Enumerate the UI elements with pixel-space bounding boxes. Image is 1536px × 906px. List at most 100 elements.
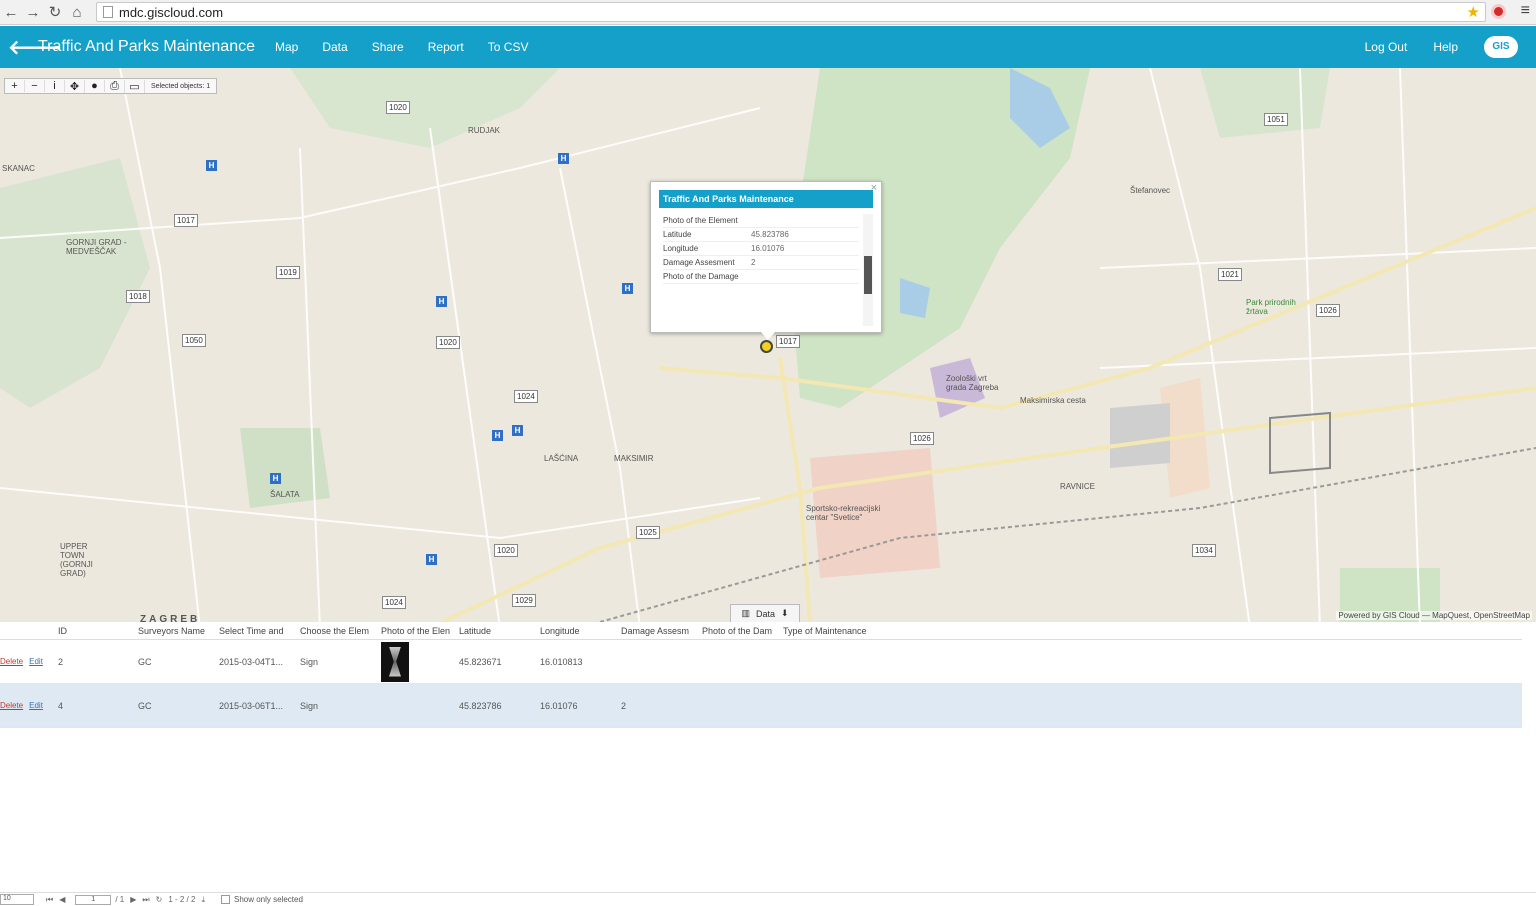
pan-icon[interactable]: ✥ [65,79,85,93]
back-icon[interactable]: ← [0,4,22,21]
road-shield: 1024 [514,390,538,403]
column-header[interactable]: Choose the Elem [296,626,377,636]
url-text: mdc.giscloud.com [119,4,224,20]
menu-icon[interactable]: ≡ [1521,2,1530,20]
cell-latitude: 45.823786 [459,700,502,711]
address-bar[interactable]: mdc.giscloud.com [96,2,1486,22]
popup-title: Traffic And Parks Maintenance [659,190,873,208]
column-header[interactable]: Photo of the Elen [377,626,455,636]
help-link[interactable]: Help [1433,40,1458,54]
attribute-value: 16.01076 [751,244,785,253]
hospital-icon: H [492,430,503,441]
column-header[interactable]: Type of Maintenance [779,626,879,636]
zoom-out-icon[interactable]: − [25,80,45,92]
hospital-icon: H [512,425,523,436]
info-icon[interactable]: i [45,80,65,92]
column-header[interactable]: Select Time and [215,626,296,636]
arrow-down-icon: ⬇ [780,608,789,618]
edit-link[interactable]: Edit [29,701,43,710]
map-label: Maksimirska cesta [1020,396,1086,405]
cell-photo [377,641,455,682]
cell-id: 2 [58,656,64,667]
menu-data[interactable]: Data [322,40,347,54]
show-only-selected-checkbox[interactable] [221,895,230,904]
forward-icon[interactable]: → [22,4,44,21]
road-shield: 1034 [1192,544,1216,557]
cell-id: 4 [58,700,64,711]
logout-link[interactable]: Log Out [1365,40,1408,54]
map-label: UPPER TOWN (GORNJI GRAD) [60,542,93,578]
menu-report[interactable]: Report [428,40,464,54]
back-arrow-icon[interactable]: 🡐 [8,35,62,60]
refresh-icon[interactable]: ↻ [156,895,163,904]
cell-time: 2015-03-04T1... [219,656,284,667]
road-shield: 1017 [776,335,800,348]
prev-page-icon[interactable]: ◀ [59,895,65,904]
data-panel-toggle[interactable]: ▥ Data ⬇ [730,604,800,622]
scrollbar-thumb[interactable] [864,256,872,294]
menu-to-csv[interactable]: To CSV [488,40,529,54]
table-row[interactable]: Delete Edit 2 GC 2015-03-04T1... Sign 45… [0,640,1522,684]
print-icon[interactable]: ⎙ [105,79,125,93]
hospital-icon: H [436,296,447,307]
column-header[interactable]: Longitude [536,626,617,636]
column-header[interactable]: Damage Assesm [617,626,698,636]
column-header[interactable]: ID [54,626,134,636]
zoom-in-icon[interactable]: + [5,80,25,92]
last-page-icon[interactable]: ⏭ [142,895,149,905]
popup-row: Damage Assesment 2 [663,256,859,270]
photo-thumbnail[interactable] [381,641,409,682]
road-shield: 1051 [1264,113,1288,126]
show-only-selected-label: Show only selected [234,895,303,904]
attribute-value: 45.823786 [751,230,789,239]
map-canvas[interactable]: SKANAC GORNJI GRAD - MEDVEŠČAK RUDJAK ŠA… [0,68,1536,622]
hospital-icon: H [622,283,633,294]
download-icon[interactable]: ⤓ [201,895,205,905]
table-row[interactable]: Delete Edit 4 GC 2015-03-06T1... Sign 45… [0,684,1522,728]
column-header[interactable]: Photo of the Dam [698,626,779,636]
column-header[interactable]: Surveyors Name [134,626,215,636]
selected-feature-marker[interactable] [760,340,773,353]
road-shield: 1017 [174,214,198,227]
opera-icon[interactable] [1491,4,1506,19]
range-label: 1 - 2 / 2 [168,895,196,904]
map-label: SKANAC [2,164,35,173]
browser-toolbar: ← → ↻ ⌂ mdc.giscloud.com ★ ≡ [0,0,1536,25]
next-page-icon[interactable]: ▶ [130,895,136,904]
cell-surveyor: GC [138,656,152,667]
column-header[interactable]: Latitude [455,626,536,636]
cell-longitude: 16.01076 [540,700,578,711]
total-pages-label: / 1 [115,895,125,904]
table-icon: ▥ [741,608,750,618]
road-shield: 1020 [436,336,460,349]
hospital-icon: H [206,160,217,171]
menu-map[interactable]: Map [275,40,298,54]
globe-icon[interactable]: ● [85,80,105,92]
popup-scrollbar[interactable] [863,214,873,326]
menu-share[interactable]: Share [372,40,404,54]
home-icon[interactable]: ⌂ [66,4,88,21]
star-icon[interactable]: ★ [1467,3,1480,21]
popup-row: Latitude 45.823786 [663,228,859,242]
edit-link[interactable]: Edit [29,657,43,666]
delete-link[interactable]: Delete [0,657,23,666]
cell-surveyor: GC [138,700,152,711]
map-label: ŠALATA [270,490,300,499]
map-label: Štefanovec [1130,186,1171,195]
road-shield: 1021 [1218,268,1242,281]
first-page-icon[interactable]: ⏮ [46,895,53,905]
attribute-name: Photo of the Element [663,216,738,225]
page-size-select[interactable]: 10 [0,894,34,905]
road-shield: 1025 [636,526,660,539]
reload-icon[interactable]: ↻ [44,3,66,21]
road-shield: 1020 [494,544,518,557]
gis-cloud-logo[interactable]: GIS [1484,36,1518,58]
page-number-input[interactable]: 1 [75,894,112,905]
delete-link[interactable]: Delete [0,701,23,710]
map-toolbar: + − i ✥ ● ⎙ ▭ Selected objects: 1 [4,78,218,94]
map-label: Sportsko-rekreacijski centar "Svetice" [806,504,881,522]
select-box-icon[interactable]: ▭ [125,79,145,93]
data-tab-label: Data [755,608,775,619]
road-shield: 1019 [276,266,300,279]
popup-attributes: Photo of the Element Latitude 45.823786 … [663,214,859,326]
